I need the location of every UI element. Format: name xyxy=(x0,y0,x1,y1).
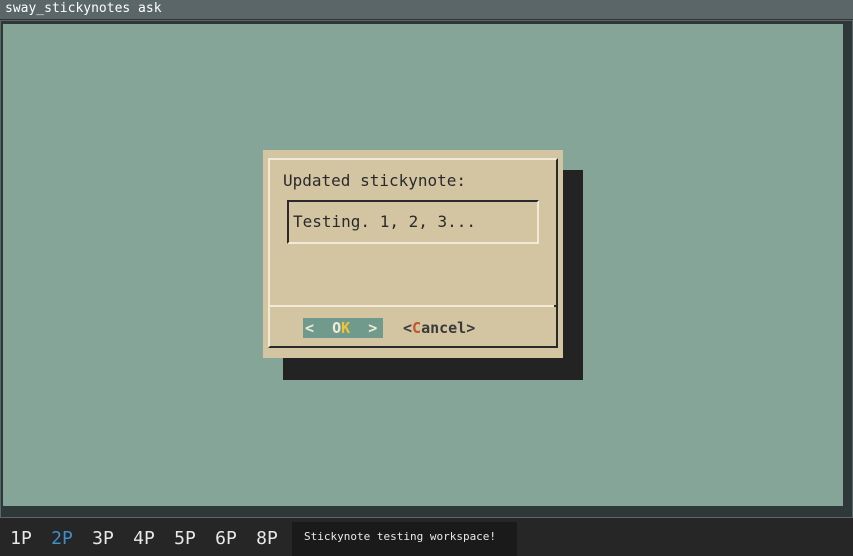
cancel-button-open: < xyxy=(403,319,413,337)
ok-button-label-o: O xyxy=(332,319,342,337)
workspace-4p[interactable]: 4P xyxy=(129,522,159,556)
status-message: Stickynote testing workspace! xyxy=(292,522,517,556)
dialog-separator xyxy=(268,305,558,307)
ok-button-left: < xyxy=(305,319,333,337)
ok-button-hotkey: K xyxy=(341,319,351,337)
ok-button-right: > xyxy=(350,319,378,337)
workspace-3p[interactable]: 3P xyxy=(88,522,118,556)
workspace-8p[interactable]: 8P xyxy=(252,522,282,556)
window-title-bar[interactable]: sway_stickynotes ask xyxy=(0,0,853,20)
workspace-6p[interactable]: 6P xyxy=(211,522,241,556)
stickynote-input-value[interactable]: Testing. 1, 2, 3... xyxy=(293,212,476,232)
workspace-1p[interactable]: 1P xyxy=(6,522,36,556)
cancel-button-hotkey: C xyxy=(412,319,422,337)
cancel-button[interactable]: <Cancel> xyxy=(403,318,475,338)
workspace-5p[interactable]: 5P xyxy=(170,522,200,556)
cancel-button-rest: ancel> xyxy=(421,319,476,337)
ok-button[interactable]: < OK > xyxy=(303,318,383,338)
dialog-separator-shade xyxy=(554,305,558,307)
workspace-2p[interactable]: 2P xyxy=(47,522,77,556)
dialog-prompt: Updated stickynote: xyxy=(283,171,467,190)
input-dialog: Updated stickynote: Testing. 1, 2, 3... … xyxy=(263,150,563,358)
window-title: sway_stickynotes ask xyxy=(5,1,162,16)
